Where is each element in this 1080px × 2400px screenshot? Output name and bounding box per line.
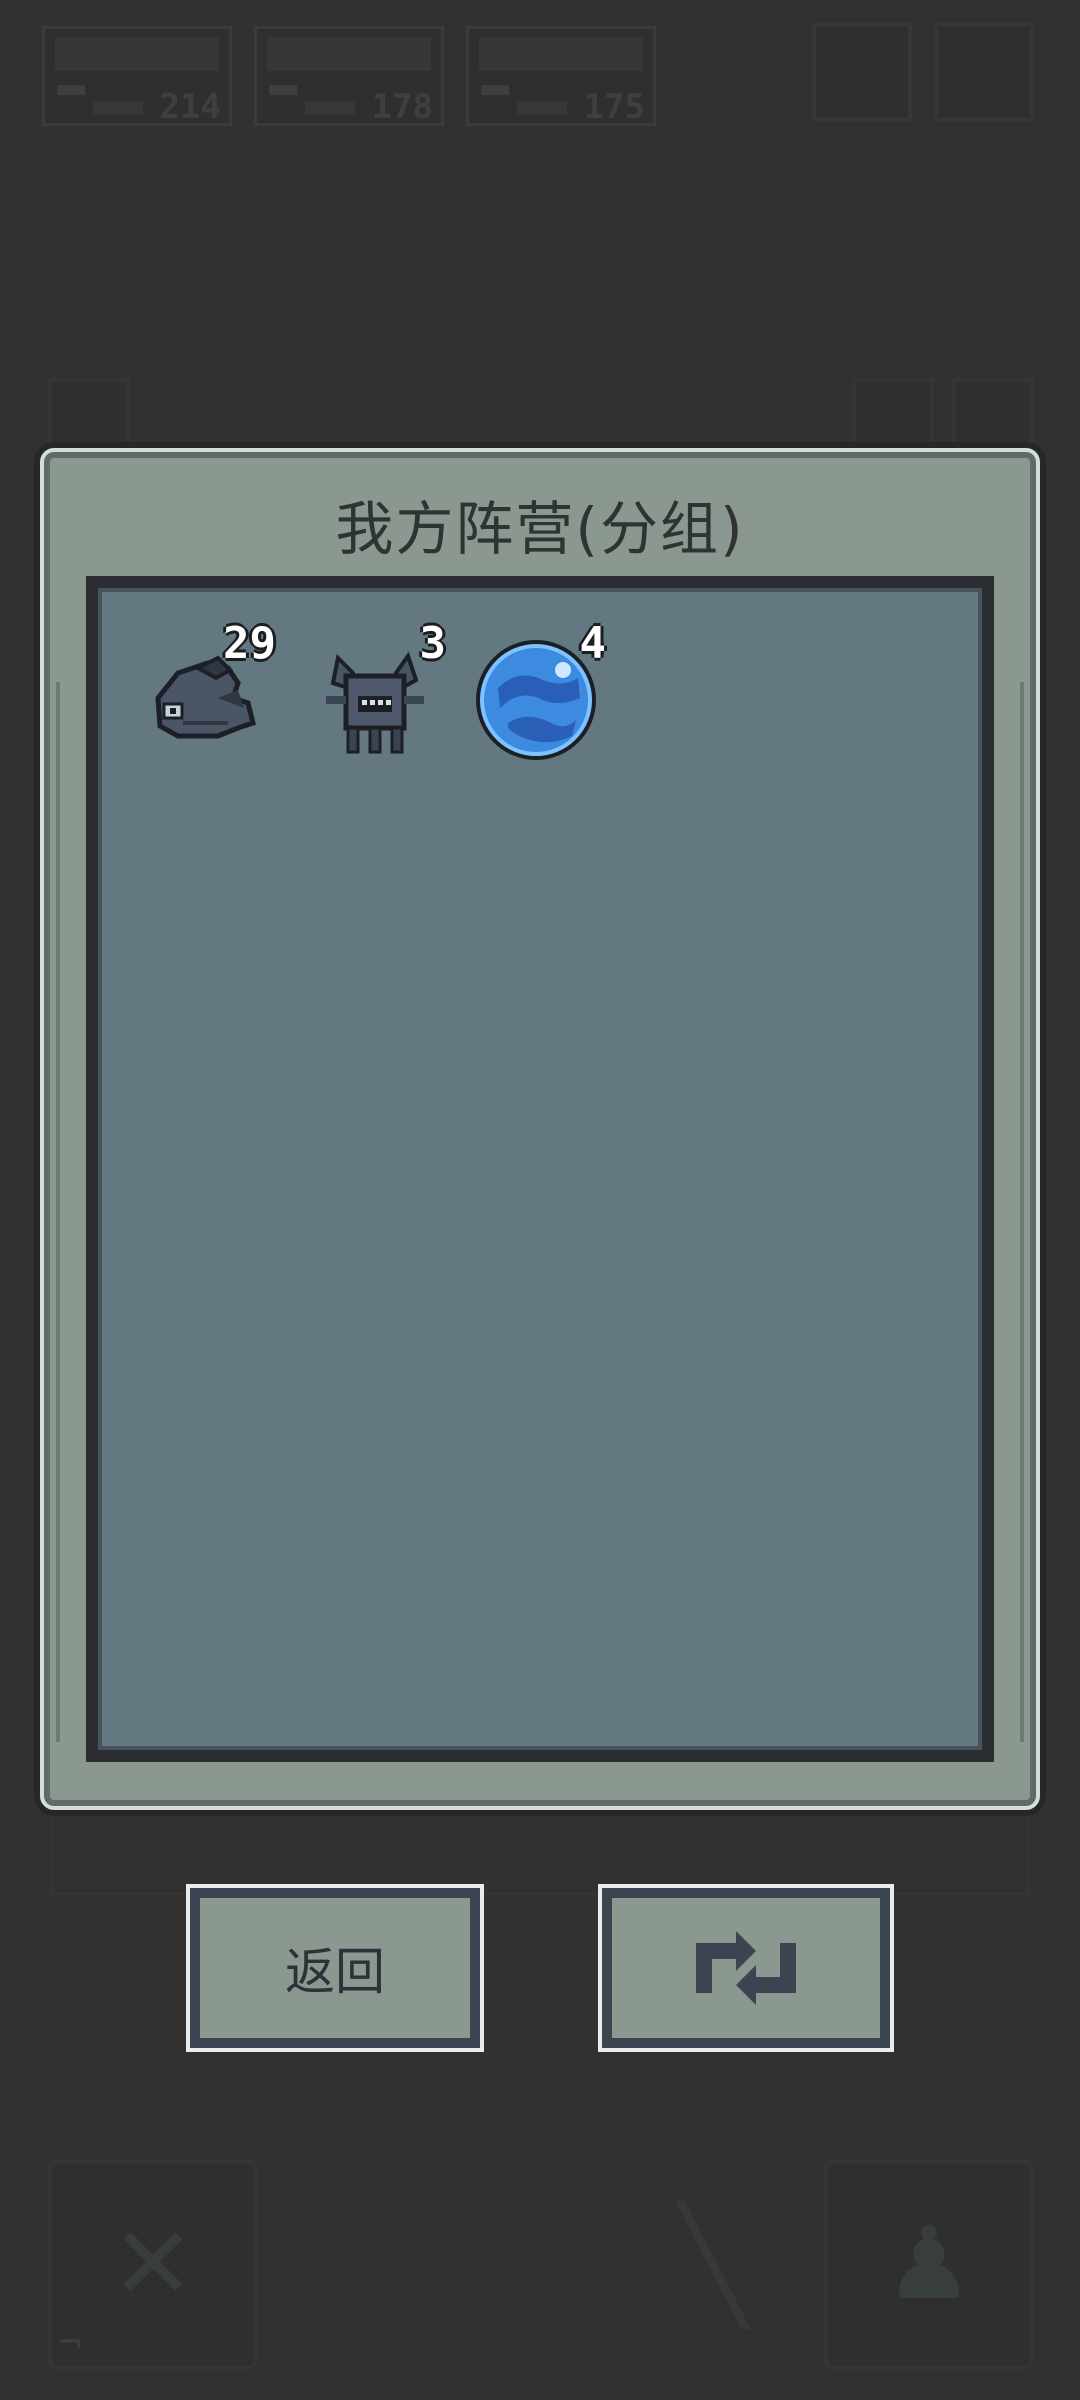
back-button-label: 返回 bbox=[285, 1943, 385, 2001]
unit-count: 29 bbox=[223, 618, 276, 669]
unit-count: 3 bbox=[419, 618, 447, 669]
side-button-right-2 bbox=[952, 378, 1034, 448]
hud-button-1 bbox=[812, 22, 912, 122]
swap-button[interactable] bbox=[602, 1888, 890, 2048]
unit-count: 4 bbox=[579, 618, 607, 669]
unit-slot-orb[interactable]: 4 bbox=[468, 618, 606, 760]
bottom-slot-right: ♟ bbox=[824, 2160, 1034, 2370]
person-icon: ♟ bbox=[884, 2205, 974, 2322]
bottom-slot-left: ✕ ¬ bbox=[48, 2160, 258, 2370]
stat-value-3: 175 bbox=[583, 87, 645, 127]
hammer-icon: ╲ bbox=[680, 2201, 747, 2329]
army-panel: 我方阵营(分组) 29 3 4 bbox=[40, 448, 1040, 1810]
unit-grid: 29 3 4 bbox=[86, 576, 994, 1762]
panel-rail-right bbox=[1020, 682, 1024, 1742]
game-screen: 214 178 175 ✕ ¬ ╲ ♟ 我方阵营(分组) 29 3 4 返回 bbox=[0, 0, 1080, 2400]
side-button-left bbox=[48, 378, 130, 448]
unit-slot-crab[interactable]: 3 bbox=[308, 618, 446, 758]
slot-corner-mark: ¬ bbox=[58, 2320, 83, 2366]
unit-slot-shark[interactable]: 29 bbox=[138, 618, 276, 758]
back-button[interactable]: 返回 bbox=[190, 1888, 480, 2048]
crossed-swords-icon: ✕ bbox=[111, 2205, 195, 2322]
side-button-right-1 bbox=[852, 378, 934, 448]
stat-box-1: 214 bbox=[42, 26, 232, 127]
stat-value-2: 178 bbox=[371, 87, 433, 127]
stat-box-2: 178 bbox=[254, 26, 444, 127]
stat-value-1: 214 bbox=[159, 87, 221, 127]
crab-creature-icon bbox=[326, 651, 424, 754]
hud-button-2 bbox=[934, 22, 1034, 122]
swap-icon bbox=[696, 1931, 796, 2005]
panel-rail-left bbox=[56, 682, 60, 1742]
stat-box-3: 175 bbox=[466, 26, 656, 127]
panel-title: 我方阵营(分组) bbox=[335, 495, 745, 563]
